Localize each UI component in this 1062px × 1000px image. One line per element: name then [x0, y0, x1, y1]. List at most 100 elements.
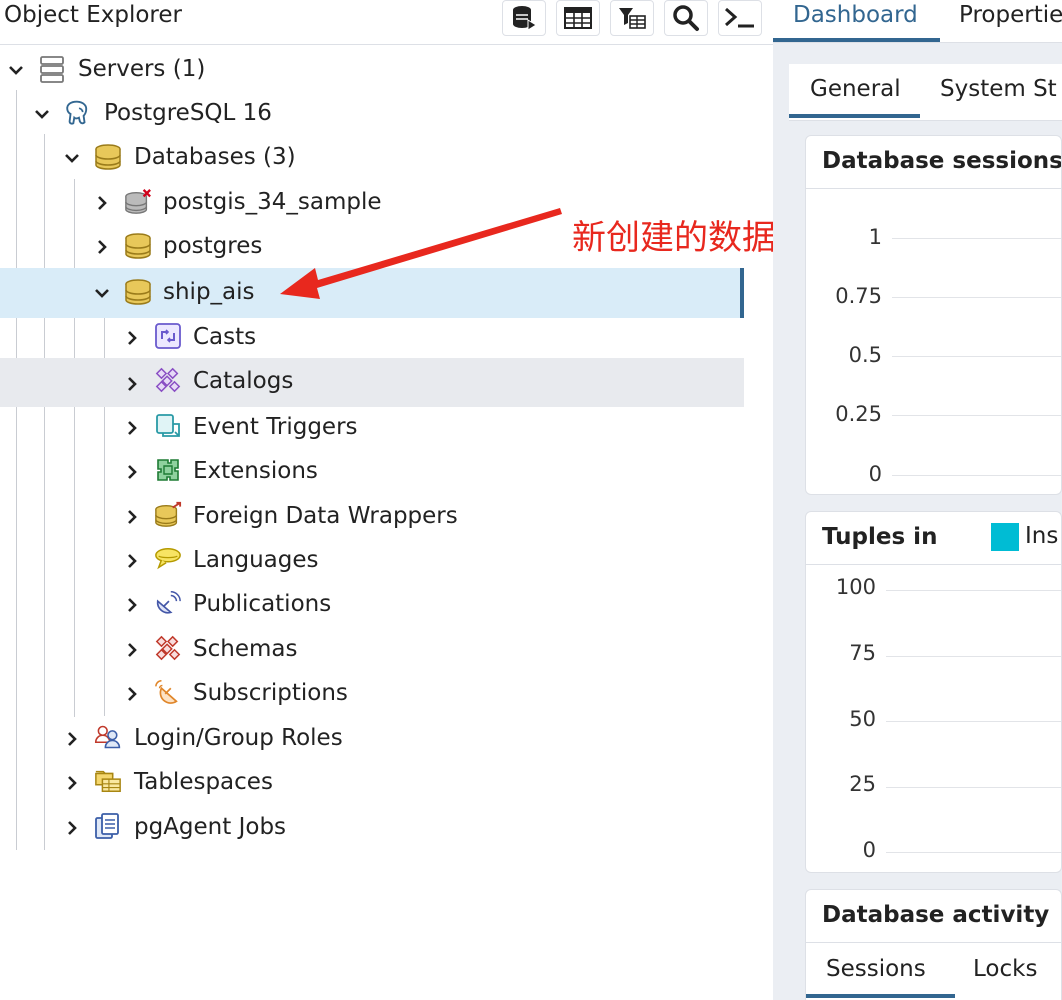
- tuples-in-card: Tuples in Ins 100 75 50 25 0: [805, 511, 1062, 873]
- tab-system-statistics[interactable]: System St: [940, 76, 1057, 102]
- legend-swatch[interactable]: [991, 523, 1019, 551]
- gridline: [886, 852, 1061, 853]
- languages-icon: [154, 545, 182, 573]
- chevron-right-icon[interactable]: [122, 328, 142, 348]
- dashboard-panel: Dashboard Properties General System St D…: [773, 0, 1062, 1000]
- chevron-right-icon[interactable]: [122, 684, 142, 704]
- tree-item-languages[interactable]: Languages: [0, 537, 744, 581]
- tab-locks[interactable]: Locks: [973, 956, 1037, 982]
- chevron-right-icon[interactable]: [122, 418, 142, 438]
- annotation-arrow: [280, 208, 562, 299]
- view-data-icon: [563, 5, 593, 31]
- tree-item-schemas[interactable]: Schemas: [0, 626, 744, 670]
- chevron-right-icon[interactable]: [62, 773, 82, 793]
- databases-icon: [94, 143, 122, 171]
- gridline: [892, 475, 1061, 476]
- tree-item-login-group-roles[interactable]: Login/Group Roles: [0, 715, 744, 759]
- card-divider: [806, 942, 1061, 943]
- main-tab-bar: Dashboard Properties: [773, 0, 1062, 43]
- active-subtab-indicator: [789, 114, 920, 118]
- tree-item-pgagent-jobs[interactable]: pgAgent Jobs: [0, 804, 744, 848]
- servers-icon: [38, 55, 66, 83]
- y-tick-label: 0.75: [835, 284, 882, 308]
- tree-item-foreign-data-wrappers[interactable]: Foreign Data Wrappers: [0, 493, 744, 537]
- chevron-down-icon[interactable]: [6, 60, 26, 80]
- y-tick-label: 0: [868, 462, 882, 486]
- tree-item-label: PostgreSQL 16: [104, 100, 272, 126]
- tab-dashboard[interactable]: Dashboard: [793, 2, 918, 28]
- active-tab-indicator: [773, 38, 940, 42]
- legend-label[interactable]: Ins: [1025, 523, 1058, 549]
- tree-item-label: Servers (1): [78, 56, 206, 82]
- chevron-right-icon[interactable]: [62, 729, 82, 749]
- postgresql-elephant-icon: [64, 99, 92, 127]
- filtered-rows-button[interactable]: [610, 0, 654, 36]
- psql-tool-button[interactable]: [718, 0, 762, 36]
- tree-item-catalogs[interactable]: Catalogs: [0, 358, 744, 407]
- tab-general[interactable]: General: [810, 76, 901, 102]
- tree-item-label: Extensions: [193, 458, 318, 484]
- pgagent-jobs-icon: [94, 812, 122, 840]
- tablespaces-icon: [94, 767, 122, 795]
- tree-item-databases[interactable]: Databases (3): [0, 136, 744, 180]
- tree-item-subscriptions[interactable]: Subscriptions: [0, 670, 744, 714]
- search-objects-button[interactable]: [664, 0, 708, 36]
- tree-item-label: Tablespaces: [134, 769, 273, 795]
- chevron-right-icon[interactable]: [122, 595, 142, 615]
- chevron-right-icon[interactable]: [92, 193, 112, 213]
- catalogs-icon: [154, 366, 182, 394]
- search-icon: [672, 4, 700, 32]
- filtered-rows-icon: [617, 5, 647, 31]
- dashboard-tab-bar: General System St: [789, 64, 1062, 121]
- tree-item-label: Schemas: [193, 636, 298, 662]
- tree-item-label: Publications: [193, 591, 332, 617]
- chevron-right-icon[interactable]: [122, 640, 142, 660]
- chevron-down-icon[interactable]: [62, 148, 82, 168]
- tree-item-event-triggers[interactable]: Event Triggers: [0, 404, 744, 448]
- y-tick-label: 75: [849, 641, 876, 665]
- gridline: [886, 787, 1061, 788]
- psql-tool-icon: [723, 5, 757, 31]
- tab-properties[interactable]: Properties: [959, 2, 1062, 28]
- event-triggers-icon: [154, 412, 182, 440]
- card-title: Tuples in: [822, 524, 938, 550]
- y-tick-label: 0.5: [848, 343, 882, 367]
- tab-sessions[interactable]: Sessions: [826, 956, 926, 982]
- tree-item-tablespaces[interactable]: Tablespaces: [0, 759, 744, 803]
- tree-item-postgresql-16[interactable]: PostgreSQL 16: [0, 92, 744, 136]
- tree-item-label: postgres: [163, 233, 263, 259]
- chevron-down-icon[interactable]: [32, 104, 52, 124]
- tree-item-label: Casts: [193, 324, 257, 350]
- chevron-right-icon[interactable]: [92, 237, 112, 257]
- gridline: [886, 590, 1061, 591]
- gridline: [892, 415, 1061, 416]
- chevron-right-icon[interactable]: [122, 462, 142, 482]
- database-disconnected-icon: [124, 188, 152, 216]
- chevron-down-icon[interactable]: [92, 283, 112, 303]
- tree-item-label: Login/Group Roles: [134, 725, 343, 751]
- foreign-data-wrappers-icon: [154, 501, 182, 529]
- y-tick-label: 1: [868, 225, 882, 249]
- gridline: [892, 297, 1061, 298]
- view-data-button[interactable]: [556, 0, 600, 36]
- tree-item-extensions[interactable]: Extensions: [0, 448, 744, 492]
- tree-item-label: ship_ais: [163, 279, 255, 305]
- chevron-right-icon[interactable]: [122, 507, 142, 527]
- y-tick-label: 0.25: [835, 402, 882, 426]
- chevron-right-icon[interactable]: [62, 818, 82, 838]
- chevron-right-icon[interactable]: [122, 551, 142, 571]
- card-title: Database sessions: [822, 148, 1062, 174]
- casts-icon: [154, 322, 182, 350]
- tree-item-publications[interactable]: Publications: [0, 581, 744, 625]
- object-explorer-title: Object Explorer: [4, 2, 182, 28]
- database-icon: [124, 232, 152, 260]
- chevron-right-icon[interactable]: [122, 374, 142, 394]
- query-tool-button[interactable]: [502, 0, 546, 36]
- tree-item-casts[interactable]: Casts: [0, 314, 744, 358]
- y-tick-label: 50: [849, 707, 876, 731]
- schemas-icon: [154, 634, 182, 662]
- query-tool-icon: [510, 4, 538, 32]
- gridline: [886, 656, 1061, 657]
- tree-item-servers[interactable]: Servers (1): [0, 48, 744, 92]
- card-title: Database activity: [822, 902, 1050, 928]
